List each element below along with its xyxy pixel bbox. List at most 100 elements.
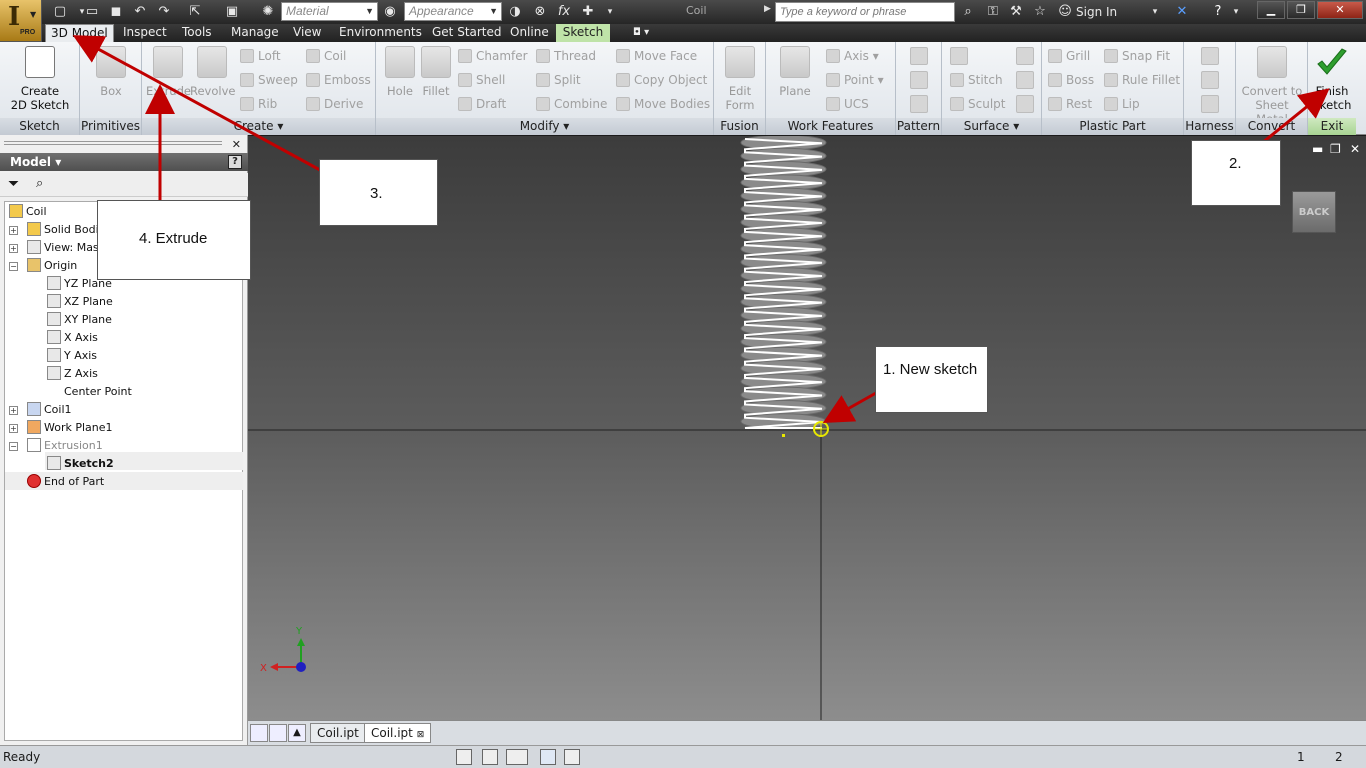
browser-header[interactable]: Model ▾ ?: [0, 153, 248, 171]
ucs-button[interactable]: UCS: [826, 95, 869, 113]
tab-sketch[interactable]: Sketch: [556, 24, 610, 42]
user-icon[interactable]: ☺: [1055, 3, 1075, 21]
close-icon[interactable]: ⊠: [417, 730, 425, 740]
panel-title-modify[interactable]: Modify ▾: [376, 118, 713, 135]
binoculars-icon[interactable]: ⌕: [958, 3, 978, 21]
fillet-button[interactable]: Fillet: [416, 46, 456, 98]
doc-tab-coil-1[interactable]: Coil.ipt: [310, 723, 366, 743]
browser-grip[interactable]: [4, 141, 222, 145]
extrude-button[interactable]: Extrude: [146, 46, 191, 98]
tree-coil1[interactable]: Coil1: [27, 401, 72, 419]
coil-button[interactable]: Coil: [306, 47, 346, 65]
emboss-button[interactable]: Emboss: [306, 71, 371, 89]
return-icon[interactable]: ⇱: [185, 3, 205, 21]
view-icon[interactable]: [540, 749, 556, 765]
application-button[interactable]: I ▼ PRO: [0, 0, 42, 42]
rest-button[interactable]: Rest: [1048, 95, 1092, 113]
exchange-icon[interactable]: ✕: [1172, 3, 1192, 21]
point-button[interactable]: Point ▾: [826, 71, 884, 89]
tab-inspect[interactable]: Inspect: [118, 24, 172, 42]
circular-pattern-icon[interactable]: [910, 71, 928, 89]
restore-button[interactable]: ❐: [1287, 1, 1315, 19]
cascade-windows-icon[interactable]: [250, 724, 268, 742]
loft-button[interactable]: Loft: [240, 47, 281, 65]
tree-xy-plane[interactable]: XY Plane: [47, 311, 112, 329]
tree-origin[interactable]: Origin: [27, 257, 77, 275]
new-icon[interactable]: ▢: [50, 3, 70, 21]
expand-icon[interactable]: +: [9, 424, 18, 433]
sculpt-button[interactable]: Sculpt: [950, 95, 1005, 113]
edit-form-button[interactable]: Edit Form: [718, 46, 762, 112]
tab-get-started[interactable]: Get Started: [427, 24, 507, 42]
fx-icon[interactable]: fx: [554, 3, 574, 21]
split-button[interactable]: Split: [536, 71, 581, 89]
derive-button[interactable]: Derive: [306, 95, 363, 113]
tab-3d-model[interactable]: 3D Model: [45, 24, 114, 42]
panel-title-surface[interactable]: Surface ▾: [942, 118, 1041, 135]
draft-button[interactable]: Draft: [458, 95, 506, 113]
move-bodies-button[interactable]: Move Bodies: [616, 95, 710, 113]
tab-view[interactable]: View: [288, 24, 326, 42]
customize-icon[interactable]: ▾: [600, 3, 620, 21]
trim-icon[interactable]: [1016, 47, 1034, 65]
chevron-up-icon[interactable]: ▲: [288, 724, 306, 742]
tree-root-coil[interactable]: Coil: [9, 203, 47, 221]
thread-button[interactable]: Thread: [536, 47, 596, 65]
extend-icon[interactable]: [1016, 71, 1034, 89]
rib-button[interactable]: Rib: [240, 95, 277, 113]
snap-fit-button[interactable]: Snap Fit: [1104, 47, 1170, 65]
help-icon[interactable]: ?: [1208, 3, 1228, 21]
delete-face-icon[interactable]: [1016, 95, 1034, 113]
tab-online[interactable]: Online: [505, 24, 554, 42]
clear-icon[interactable]: ⊗: [530, 3, 550, 21]
move-face-button[interactable]: Move Face: [616, 47, 697, 65]
lip-button[interactable]: Lip: [1104, 95, 1140, 113]
hole-button[interactable]: Hole: [380, 46, 420, 98]
rectangular-pattern-icon[interactable]: [910, 47, 928, 65]
panel-title-create[interactable]: Create ▾: [142, 118, 375, 135]
tile-windows-icon[interactable]: [269, 724, 287, 742]
close-button[interactable]: ✕: [1317, 1, 1363, 19]
grill-button[interactable]: Grill: [1048, 47, 1090, 65]
tree-z-axis[interactable]: Z Axis: [47, 365, 98, 383]
appearance-dropdown[interactable]: Appearance ▼: [404, 2, 502, 21]
update-icon[interactable]: ✺: [258, 3, 278, 21]
redo-icon[interactable]: ↷: [154, 3, 174, 21]
undo-icon[interactable]: ↶: [130, 3, 150, 21]
dof-icon[interactable]: [564, 749, 580, 765]
revolve-button[interactable]: Revolve: [190, 46, 235, 98]
tree-xz-plane[interactable]: XZ Plane: [47, 293, 113, 311]
tree-work-plane1[interactable]: Work Plane1: [27, 419, 113, 437]
sweep-button[interactable]: Sweep: [240, 71, 298, 89]
tree-sketch2[interactable]: Sketch2: [47, 455, 114, 473]
open-icon[interactable]: ▭: [82, 3, 102, 21]
subscription-icon[interactable]: ⚒: [1006, 3, 1026, 21]
boss-button[interactable]: Boss: [1048, 71, 1094, 89]
key-icon[interactable]: ⚿: [983, 3, 1003, 21]
tree-y-axis[interactable]: Y Axis: [47, 347, 97, 365]
star-icon[interactable]: ☆: [1030, 3, 1050, 21]
search-input[interactable]: Type a keyword or phrase: [775, 2, 955, 22]
harness-icon-2[interactable]: [1201, 71, 1219, 89]
collapse-icon[interactable]: −: [9, 442, 18, 451]
sign-in-link[interactable]: Sign In: [1076, 5, 1117, 19]
copy-object-button[interactable]: Copy Object: [616, 71, 707, 89]
coil-model[interactable]: [740, 136, 827, 430]
tab-environments[interactable]: Environments: [334, 24, 427, 42]
plane-button[interactable]: Plane: [772, 46, 818, 98]
doc-tab-coil-2[interactable]: Coil.ipt ⊠: [364, 723, 432, 743]
stitch-button[interactable]: Stitch: [950, 71, 1003, 89]
harness-icon-1[interactable]: [1201, 47, 1219, 65]
rule-fillet-button[interactable]: Rule Fillet: [1104, 71, 1180, 89]
material-dropdown[interactable]: Material ▼: [281, 2, 378, 21]
expand-icon[interactable]: +: [9, 244, 18, 253]
account-dropdown-icon[interactable]: ▾: [1145, 3, 1165, 21]
constraint-icon[interactable]: [482, 749, 498, 765]
expand-icon[interactable]: +: [9, 226, 18, 235]
shell-button[interactable]: Shell: [458, 71, 505, 89]
search-expand-icon[interactable]: ▶: [764, 4, 771, 14]
grid-snap-icon[interactable]: [456, 749, 472, 765]
axis-button[interactable]: Axis ▾: [826, 47, 879, 65]
select-icon[interactable]: ▣: [222, 3, 242, 21]
tree-end-of-part[interactable]: End of Part: [27, 473, 104, 491]
